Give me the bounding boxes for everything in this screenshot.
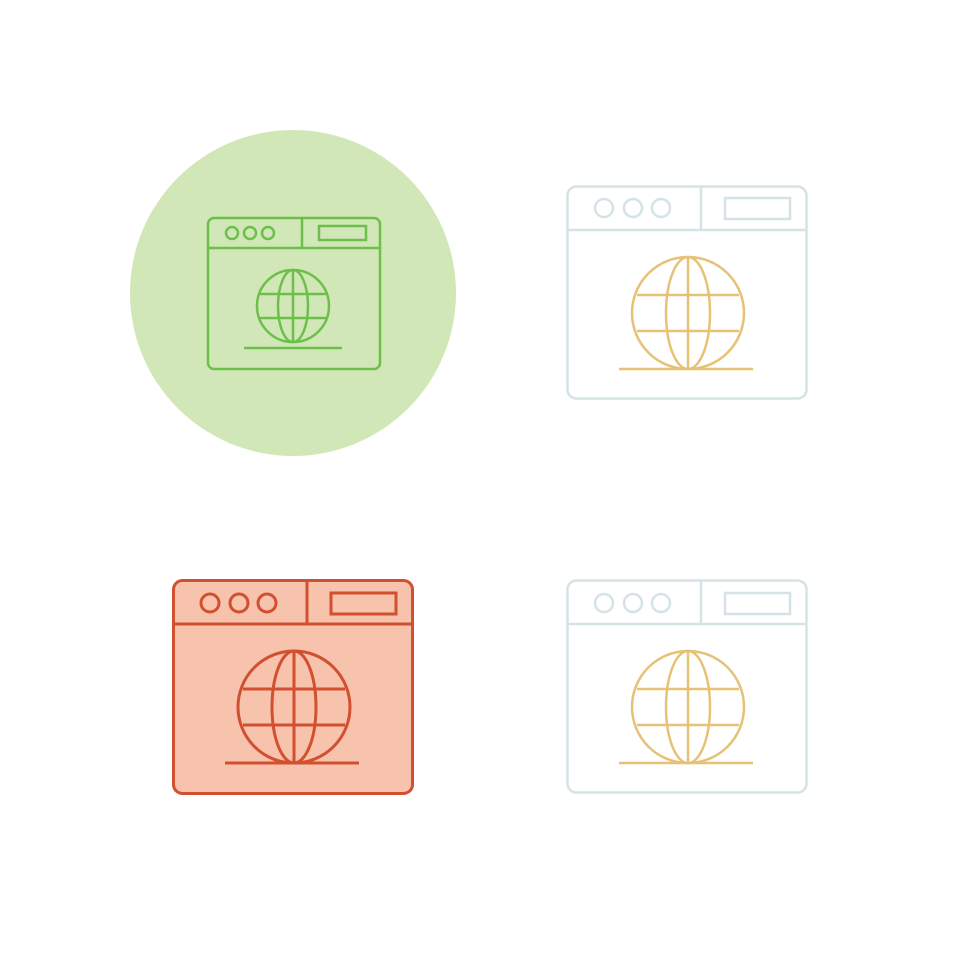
- window-control-dot: [650, 197, 672, 219]
- address-bar: [723, 591, 792, 616]
- window-control-dot: [593, 197, 615, 219]
- window-control-dot: [622, 592, 644, 614]
- browser-globe-icon-circle-style: [130, 130, 456, 456]
- globe-icon: [619, 255, 753, 371]
- browser-globe-icon-outline-style: [566, 185, 808, 400]
- icon-set-canvas: [0, 0, 980, 980]
- browser-globe-icon-outline-style-2: [566, 579, 808, 794]
- window-control-dot: [650, 592, 672, 614]
- browser-globe-icon-filled-style: [172, 579, 414, 795]
- address-bar: [723, 196, 792, 221]
- globe-icon: [619, 649, 753, 765]
- window-control-dot: [593, 592, 615, 614]
- window-control-dot: [622, 197, 644, 219]
